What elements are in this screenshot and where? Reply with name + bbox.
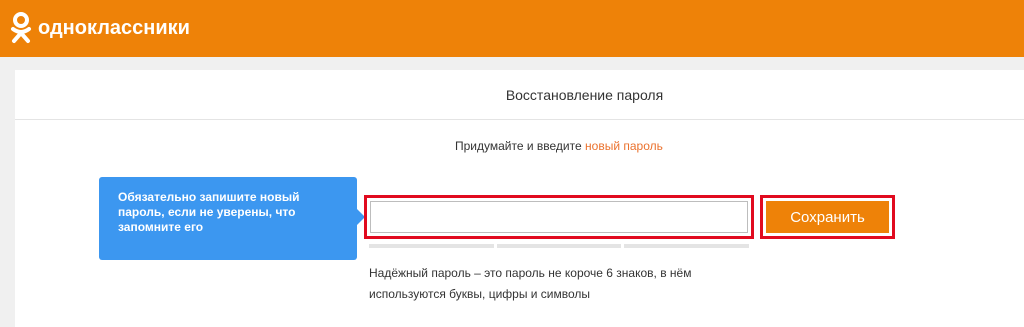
password-tooltip: Обязательно запишите новый пароль, если … bbox=[99, 177, 357, 260]
page-title: Восстановление пароля bbox=[505, 87, 664, 103]
top-bar: одноклассники bbox=[0, 0, 1024, 57]
tooltip-text: Обязательно запишите новый пароль, если … bbox=[118, 190, 300, 234]
strength-bar-segment bbox=[369, 244, 494, 248]
panel-header: Восстановление пароля bbox=[15, 70, 1024, 120]
instruction-highlight: новый пароль bbox=[585, 139, 663, 153]
strength-bar-segment bbox=[497, 244, 621, 248]
instruction-prefix: Придумайте и введите bbox=[455, 139, 586, 153]
instruction-text: Придумайте и введите новый пароль bbox=[455, 139, 663, 153]
ok-logo-icon bbox=[10, 12, 32, 44]
logo-text: одноклассники bbox=[38, 16, 190, 39]
save-button[interactable]: Сохранить bbox=[766, 201, 889, 233]
logo[interactable]: одноклассники bbox=[10, 12, 190, 44]
password-hint: Надёжный пароль – это пароль не короче 6… bbox=[369, 266, 692, 301]
strength-bar-segment bbox=[624, 244, 749, 248]
new-password-input[interactable] bbox=[370, 201, 748, 233]
